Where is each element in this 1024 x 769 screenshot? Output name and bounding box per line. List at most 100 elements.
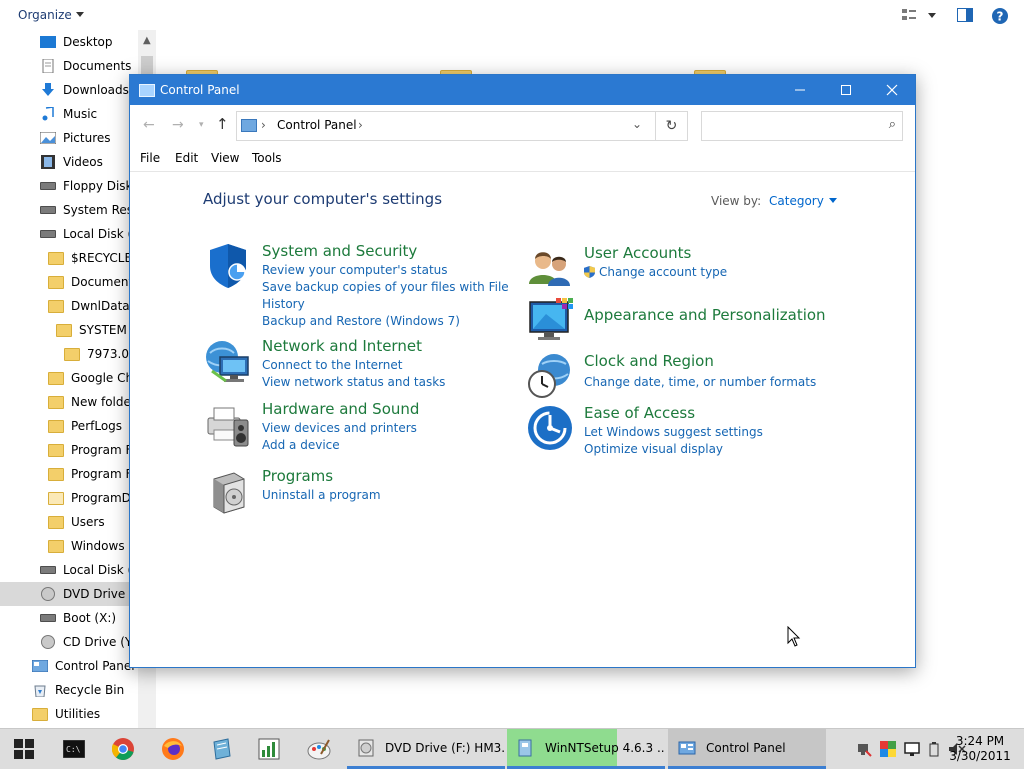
link-save-backup[interactable]: Save backup copies of your files with Fi… [262, 279, 509, 296]
menu-tools[interactable]: Tools [252, 151, 282, 165]
battery-icon[interactable] [928, 741, 940, 757]
category-title[interactable]: Programs [262, 467, 333, 485]
nav-item-label: ProgramDa [71, 491, 138, 505]
nav-item[interactable]: DwnlData [48, 294, 138, 318]
category-title[interactable]: User Accounts [584, 244, 691, 262]
search-box[interactable]: ⌕ [701, 111, 903, 141]
task-dvd-drive[interactable]: DVD Drive (F:) HM3... [347, 729, 505, 769]
network-tray-icon[interactable] [856, 741, 872, 757]
link-suggest-settings[interactable]: Let Windows suggest settings [584, 424, 763, 441]
chart-app-taskbar-button[interactable] [246, 729, 292, 769]
link-add-device[interactable]: Add a device [262, 437, 340, 454]
menu-edit[interactable]: Edit [175, 151, 198, 165]
nav-item[interactable]: Google Chr [48, 366, 138, 390]
nav-item[interactable]: $RECYCLE.E [48, 246, 138, 270]
nav-item[interactable]: Program Fil [48, 438, 138, 462]
view-by-value: Category [769, 194, 824, 208]
preview-pane-icon[interactable] [957, 8, 973, 25]
forward-arrow-icon[interactable]: → [172, 117, 184, 133]
nav-item[interactable]: Local Disk (D [40, 222, 138, 246]
nav-item[interactable]: Local Disk (E: [40, 558, 138, 582]
nav-item-label: Recycle Bin [55, 683, 125, 697]
nav-item[interactable]: PerfLogs [48, 414, 138, 438]
nav-item[interactable]: Boot (X:) [40, 606, 138, 630]
nav-item[interactable]: Documents [48, 270, 138, 294]
nav-item-label: Music [63, 107, 98, 121]
nav-item[interactable]: Program Fil [48, 462, 138, 486]
chevron-right-icon[interactable]: › [261, 118, 266, 132]
minimize-button[interactable] [777, 75, 823, 105]
display-tray-icon[interactable] [904, 741, 920, 757]
app-taskbar-button[interactable] [198, 729, 244, 769]
link-uninstall-program[interactable]: Uninstall a program [262, 487, 381, 504]
nav-item[interactable]: ProgramDa [48, 486, 138, 510]
task-winntsetup[interactable]: WinNTSetup 4.6.3 ... [507, 729, 665, 769]
refresh-button[interactable]: ↻ [655, 111, 688, 141]
chevron-right-icon[interactable]: › [358, 118, 363, 132]
chrome-taskbar-button[interactable] [100, 729, 146, 769]
back-arrow-icon[interactable]: ← [143, 117, 155, 133]
nav-item[interactable]: Utilities [32, 702, 138, 726]
link-network-status[interactable]: View network status and tasks [262, 374, 445, 391]
nav-item[interactable]: Control Panel [32, 654, 138, 678]
recent-locations-icon[interactable]: ▾ [199, 120, 204, 130]
clock[interactable]: 3:24 PM 3/30/2011 [947, 734, 1013, 764]
view-by-dropdown[interactable]: Category [769, 194, 837, 208]
folder-icon [48, 515, 64, 529]
nav-item[interactable]: CD Drive (Y:) [40, 630, 138, 654]
nav-item[interactable]: Windows [48, 534, 138, 558]
link-date-time-formats[interactable]: Change date, time, or number formats [584, 374, 816, 391]
color-tray-icon[interactable] [880, 741, 896, 757]
control-panel-icon [139, 84, 155, 97]
category-title[interactable]: Hardware and Sound [262, 400, 419, 418]
address-dropdown-icon[interactable]: ⌄ [632, 117, 642, 131]
nav-item[interactable]: Videos [40, 150, 138, 174]
link-review-status[interactable]: Review your computer's status [262, 262, 448, 279]
view-options-icon[interactable] [902, 8, 938, 25]
scroll-up-icon[interactable]: ▲ [143, 35, 151, 46]
nav-item[interactable]: Pictures [40, 126, 138, 150]
link-backup-restore[interactable]: Backup and Restore (Windows 7) [262, 313, 460, 330]
nav-item[interactable]: Downloads [40, 78, 138, 102]
nav-item[interactable]: SYSTEM [56, 318, 138, 342]
menu-view[interactable]: View [211, 151, 239, 165]
start-button[interactable] [0, 729, 48, 769]
maximize-button[interactable] [823, 75, 869, 105]
search-icon[interactable]: ⌕ [889, 117, 896, 132]
search-input[interactable] [706, 116, 880, 136]
address-text[interactable]: Control Panel [277, 118, 357, 132]
category-title[interactable]: Network and Internet [262, 337, 422, 355]
desktop-icon [40, 35, 56, 49]
task-control-panel[interactable]: Control Panel [668, 729, 826, 769]
nav-item[interactable]: Music [40, 102, 138, 126]
address-bar[interactable]: › Control Panel › ⌄ [236, 111, 688, 141]
nav-item[interactable]: Desktop [40, 30, 138, 54]
link-connect-internet[interactable]: Connect to the Internet [262, 357, 402, 374]
category-title[interactable]: Ease of Access [584, 404, 695, 422]
link-change-account-type[interactable]: Change account type [584, 264, 727, 281]
link-optimize-display[interactable]: Optimize visual display [584, 441, 723, 458]
category-title[interactable]: Appearance and Personalization [584, 306, 826, 324]
menu-file[interactable]: File [140, 151, 160, 165]
link-devices-printers[interactable]: View devices and printers [262, 420, 417, 437]
nav-item[interactable]: Documents [40, 54, 138, 78]
nav-item[interactable]: 7973.0.1 [64, 342, 138, 366]
nav-item[interactable]: Users [48, 510, 138, 534]
category-title[interactable]: Clock and Region [584, 352, 714, 370]
nav-item[interactable]: New folder [48, 390, 138, 414]
category-title[interactable]: System and Security [262, 242, 417, 260]
folder-icon [32, 707, 48, 721]
cmd-taskbar-button[interactable]: C:\ [52, 729, 96, 769]
nav-item-label: Users [71, 515, 105, 529]
link-save-backup-history[interactable]: History [262, 296, 305, 313]
close-button[interactable] [869, 75, 915, 105]
organize-button[interactable]: Organize [18, 8, 84, 22]
firefox-taskbar-button[interactable] [150, 729, 196, 769]
nav-item[interactable]: Recycle Bin [32, 678, 138, 702]
up-arrow-icon[interactable]: ↑ [216, 115, 229, 133]
nav-item[interactable]: System Reser [40, 198, 138, 222]
nav-item[interactable]: Floppy Disk D [40, 174, 138, 198]
help-icon[interactable]: ? [992, 8, 1008, 27]
paint-taskbar-button[interactable] [296, 729, 342, 769]
title-bar[interactable]: Control Panel [130, 75, 915, 105]
